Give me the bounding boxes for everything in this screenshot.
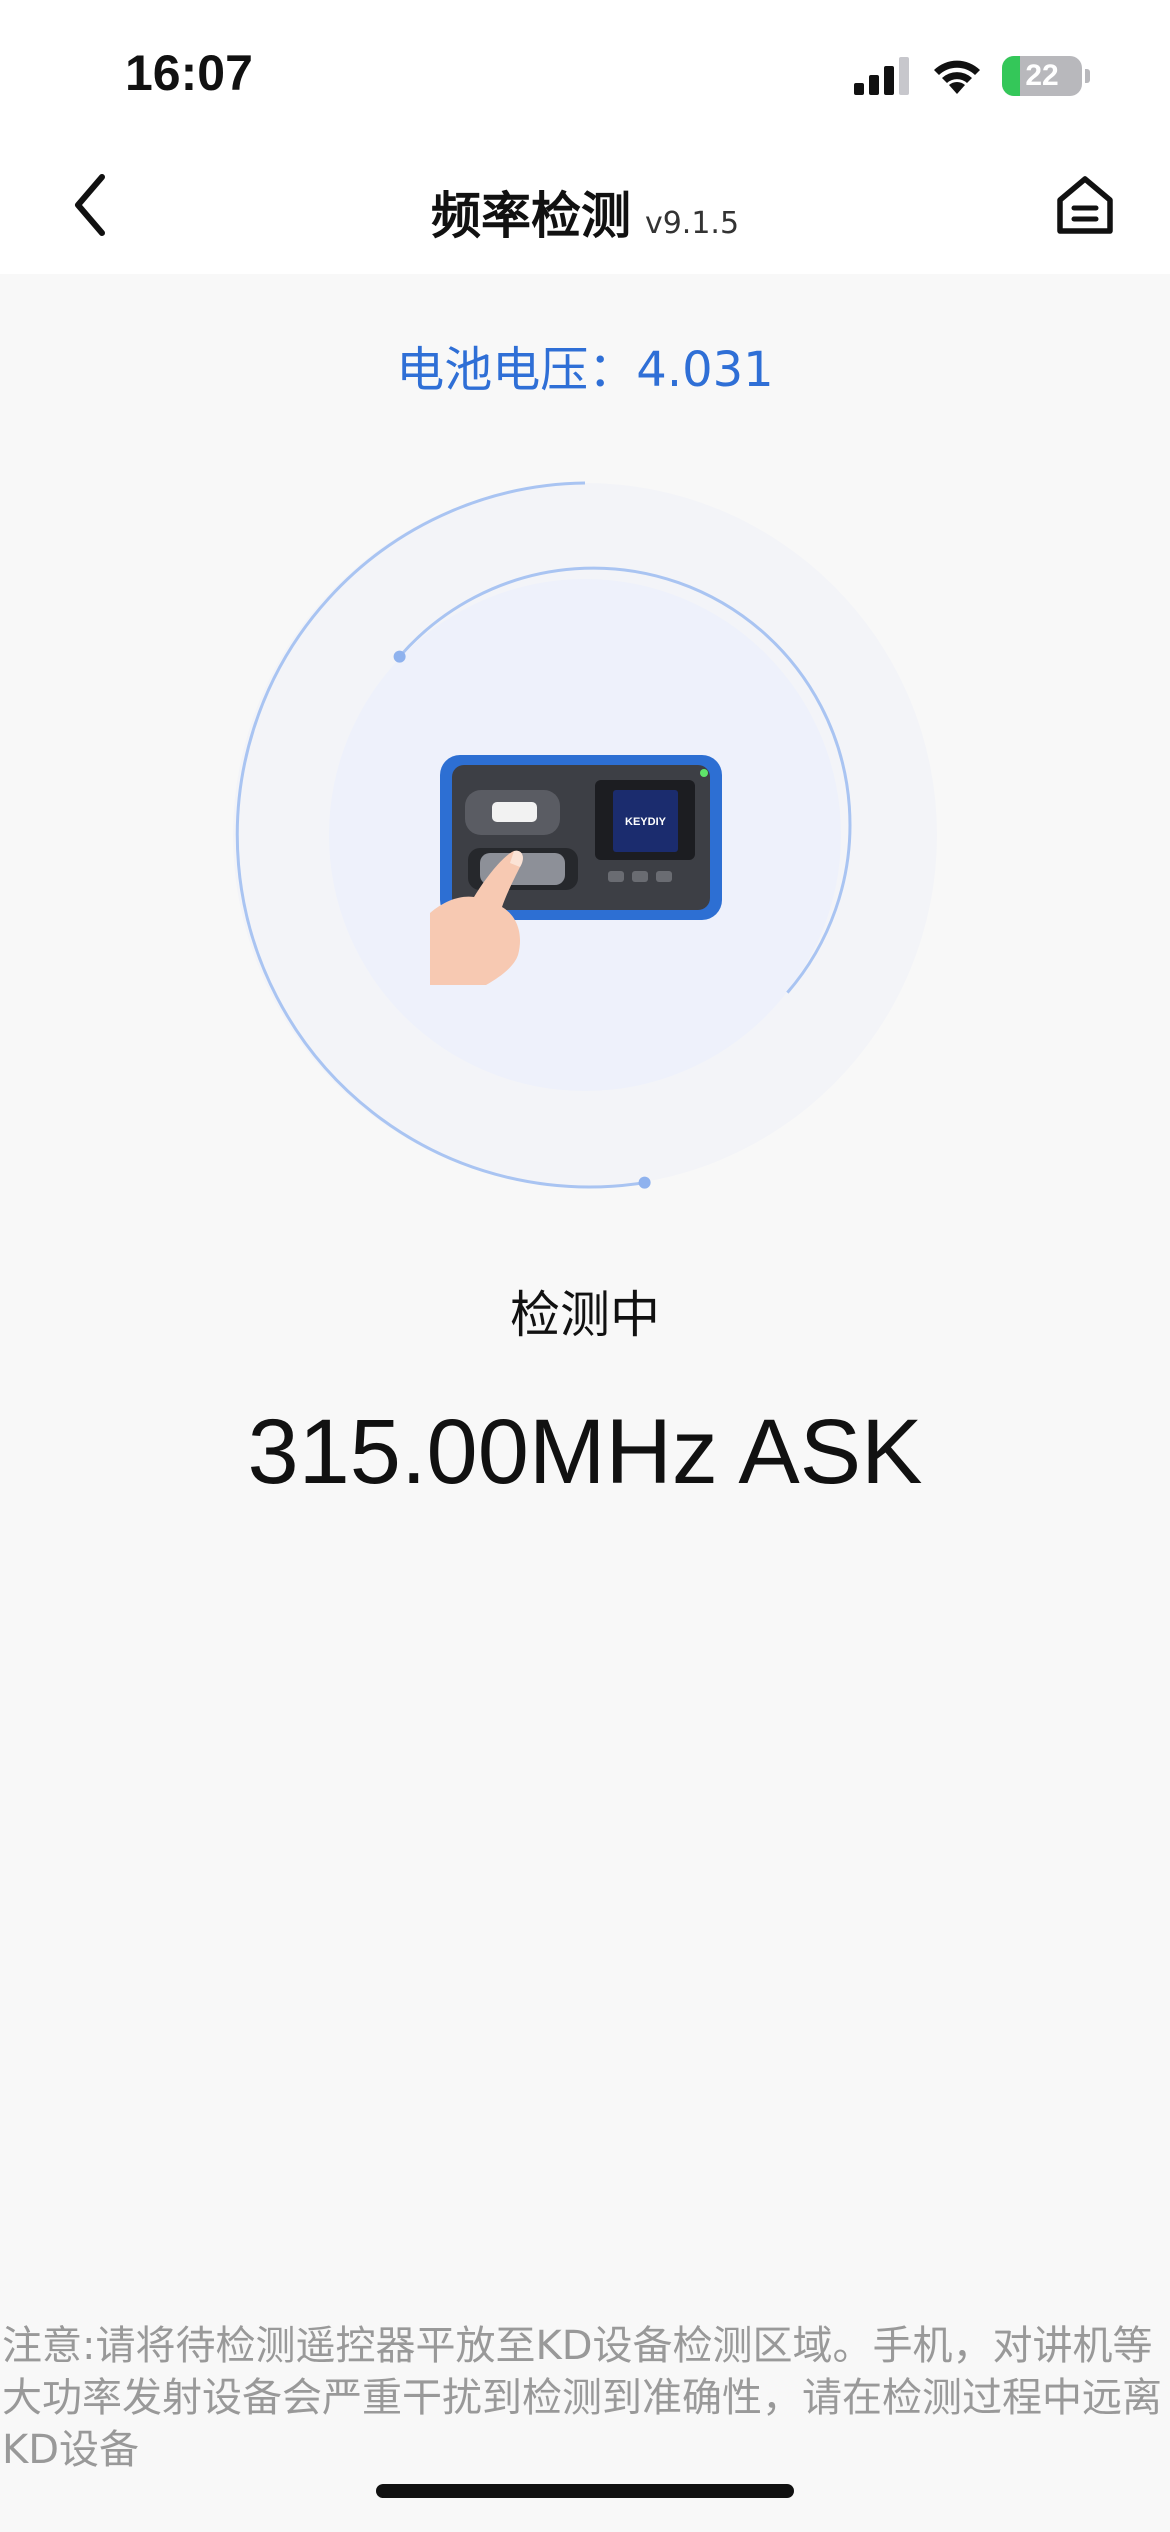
app-version: v9.1.5 (644, 206, 740, 241)
detected-frequency: 315.00MHz ASK (247, 1401, 923, 1503)
inner-arc-dot (393, 650, 406, 663)
status-icons: 22 (854, 54, 1090, 98)
frequency-detection-screen: 16:07 22 频率检测 v9.1.5 电池电压：4.031 KEYDIY 检… (0, 0, 1170, 2532)
notice-text: 注意:请将待检测遥控器平放至KD设备检测区域。手机，对讲机等大功率发射设备会严重… (2, 2323, 1162, 2473)
battery-voltage: 电池电压：4.031 (0, 330, 1170, 400)
battery-nub (1085, 69, 1090, 83)
cellular-signal-icon (854, 57, 909, 95)
navigation-bar: 频率检测 v9.1.5 (0, 150, 1170, 260)
home-button[interactable] (1052, 172, 1118, 238)
title-group: 频率检测 v9.1.5 (0, 176, 1170, 248)
page-title: 频率检测 (430, 187, 631, 245)
battery-level: 22 (1025, 59, 1059, 92)
home-indicator[interactable] (376, 2484, 794, 2498)
battery-voltage-label: 电池电压： (396, 342, 637, 398)
device-illustration: KEYDIY (430, 755, 722, 985)
battery-fill (1002, 56, 1020, 96)
battery-voltage-value: 4.031 (636, 342, 774, 398)
battery-charging-icon: 22 (1002, 56, 1082, 96)
wifi-icon (934, 60, 980, 94)
status-time: 16:07 (125, 45, 253, 101)
outer-arc-dot (638, 1176, 651, 1189)
device-brand-label: KEYDIY (625, 816, 667, 828)
home-icon (1057, 176, 1113, 234)
header-area: 16:07 22 频率检测 v9.1.5 (0, 0, 1170, 274)
detection-status: 检测中 (510, 1286, 660, 1344)
